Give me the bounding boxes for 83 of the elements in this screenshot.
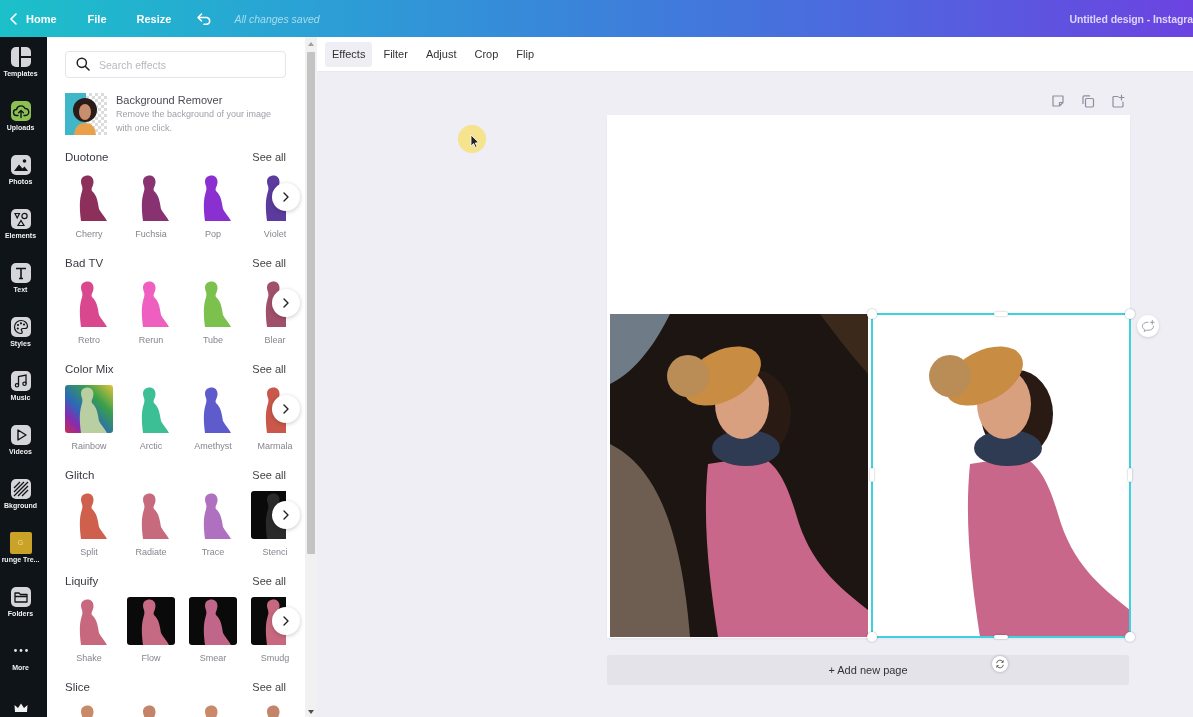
play-icon (10, 425, 31, 445)
save-status: All changes saved (234, 12, 320, 25)
section-title: Duotone (65, 150, 109, 164)
copy-icon[interactable] (1081, 94, 1095, 108)
chevron-left-icon (10, 12, 17, 25)
layout-icon (10, 47, 31, 67)
add-page-icon[interactable] (1111, 94, 1125, 108)
sticky-note-icon[interactable] (1051, 94, 1065, 108)
toolbar-tab[interactable]: Filter (376, 41, 415, 67)
effect-option[interactable]: Cherry (65, 173, 113, 240)
resize-handle[interactable] (867, 632, 877, 642)
see-all-link[interactable]: See all (252, 150, 286, 164)
crown-icon[interactable] (13, 703, 28, 713)
see-all-link[interactable]: See all (252, 468, 286, 482)
image-icon (10, 155, 31, 175)
feature-description: Remove the background of your image with one click. (116, 108, 273, 135)
cutout-preview-icon[interactable] (65, 93, 107, 135)
effect-option[interactable]: Radiate (127, 491, 175, 558)
next-arrow-button[interactable] (272, 289, 300, 317)
undo-icon[interactable] (197, 12, 213, 25)
see-all-link[interactable]: See all (252, 680, 286, 694)
silhouette-icon[interactable] (142, 705, 157, 717)
stripes-icon (10, 479, 31, 499)
see-all-link[interactable]: See all (252, 574, 286, 588)
effect-option[interactable]: Smear (189, 597, 237, 664)
text-icon (10, 263, 31, 283)
effect-option[interactable]: Split (65, 491, 113, 558)
resize-handle[interactable] (994, 635, 1008, 639)
feature-title[interactable]: Background Remover (116, 93, 281, 107)
cloud-upload-icon (10, 101, 31, 121)
effect-option[interactable]: Fuchsia (127, 173, 175, 240)
shapes-icon (10, 209, 31, 229)
resize-handle[interactable] (1125, 309, 1135, 319)
comment-plus-icon (1141, 320, 1155, 332)
toolbar-tab[interactable]: Flip (509, 41, 542, 67)
photo-placeholder[interactable] (610, 314, 868, 637)
add-comment-button[interactable] (1137, 315, 1159, 337)
chevron-right-icon (283, 616, 289, 626)
folder-icon (10, 587, 31, 607)
palette-icon (10, 317, 31, 337)
cutout-photo-placeholder[interactable] (872, 314, 1130, 637)
section-title: Glitch (65, 468, 95, 482)
chevron-right-icon (283, 404, 289, 414)
silhouette-icon[interactable] (204, 705, 219, 717)
next-arrow-button[interactable] (272, 501, 300, 529)
effect-option[interactable]: Pop (189, 173, 237, 240)
scroll-up-icon[interactable] (308, 42, 314, 46)
effect-option[interactable]: Amethyst (189, 385, 237, 452)
effect-option[interactable]: Shake (65, 597, 113, 664)
toolbar-tab[interactable]: Crop (467, 41, 506, 67)
section-title: Liquify (65, 574, 99, 588)
effect-option[interactable]: Tube (189, 279, 237, 346)
scrollbar-thumb[interactable] (307, 52, 315, 554)
mouse-pointer-icon (458, 125, 486, 153)
add-page-button[interactable]: + Add new page (607, 655, 1129, 685)
search-field[interactable]: Search effects (65, 51, 286, 78)
toolbar-tab[interactable]: Effects (325, 41, 373, 67)
resize-handle[interactable] (1125, 632, 1135, 642)
more-icon (13, 649, 28, 652)
document-title[interactable]: Untitled design - Instagra (1069, 12, 1193, 25)
effect-option[interactable]: Flow (127, 597, 175, 664)
see-all-link[interactable]: See all (252, 362, 286, 376)
effect-option[interactable]: Rainbow (65, 385, 113, 452)
effect-option[interactable]: Retro (65, 279, 113, 346)
music-note-icon (10, 371, 31, 391)
effect-option[interactable]: Trace (189, 491, 237, 558)
resize-handle[interactable] (867, 309, 877, 319)
next-arrow-button[interactable] (272, 183, 300, 211)
section-title: Slice (65, 680, 90, 694)
section-title: Bad TV (65, 256, 104, 270)
silhouette-icon[interactable] (80, 705, 95, 717)
rotate-icon (995, 659, 1005, 669)
search-icon (76, 57, 90, 71)
toolbar-tab[interactable]: Adjust (418, 41, 464, 67)
silhouette-icon[interactable] (266, 705, 281, 717)
effect-option[interactable]: Arctic (127, 385, 175, 452)
effect-option[interactable]: Rerun (127, 279, 175, 346)
scroll-down-icon[interactable] (308, 710, 314, 714)
see-all-link[interactable]: See all (252, 256, 286, 270)
chevron-right-icon (283, 510, 289, 520)
chevron-right-icon (283, 298, 289, 308)
section-title: Color Mix (65, 362, 114, 376)
chevron-right-icon (283, 192, 289, 202)
